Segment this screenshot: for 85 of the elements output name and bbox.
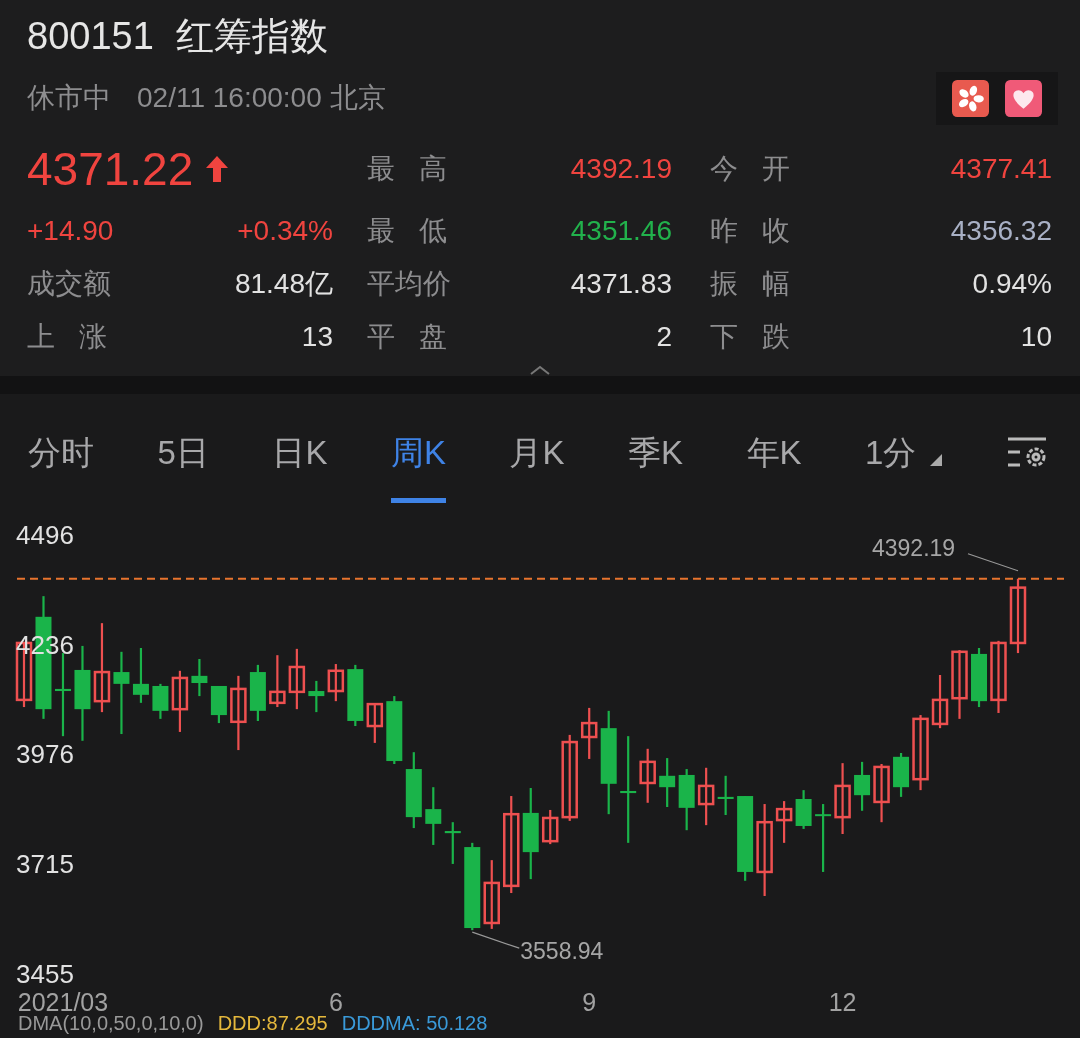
- candlestick: [327, 664, 345, 702]
- index-name: 红筹指数: [175, 13, 328, 59]
- leader-line: [471, 931, 520, 949]
- candlestick: [386, 696, 403, 764]
- candlestick: [834, 763, 851, 834]
- chevron-up-icon[interactable]: [528, 364, 552, 376]
- candlestick: [697, 767, 715, 826]
- axis-label: 6: [328, 988, 343, 1017]
- axis-label: 12: [828, 988, 857, 1017]
- candlestick: [580, 707, 598, 759]
- stat-value: 4351.46: [570, 214, 672, 247]
- stat-label: 今开: [710, 152, 790, 186]
- axis-label: 3455: [16, 959, 74, 990]
- candlestick: [951, 650, 968, 719]
- stat-value: 4371.83: [570, 267, 672, 300]
- flower-icon[interactable]: [952, 79, 989, 117]
- candlestick: [873, 764, 890, 823]
- candlestick: [249, 664, 266, 721]
- candlestick: [308, 680, 325, 713]
- stat-label: 成交额: [27, 266, 112, 301]
- high-price-label: 4392.19: [872, 534, 956, 562]
- axis-label: 4496: [16, 520, 74, 551]
- quote-time: 02/11 16:00:00 北京: [137, 81, 386, 115]
- candlestick: [366, 702, 384, 743]
- candlestick: [288, 648, 306, 710]
- low-price-label: 3558.94: [520, 938, 604, 966]
- period-tab[interactable]: 1分: [865, 401, 943, 503]
- market-status: 休市中: [27, 81, 111, 115]
- last-price: 4371.22: [27, 142, 194, 196]
- candlestick: [717, 775, 734, 815]
- axis-label: 9: [582, 988, 597, 1017]
- stat-value: 4377.41: [950, 153, 1052, 185]
- candlestick: [152, 683, 169, 719]
- candlestick: [347, 664, 364, 727]
- candlestick: [425, 787, 442, 845]
- price-change: +14.90: [27, 214, 114, 247]
- stat-label: 平均价: [367, 266, 452, 301]
- candlestick: [775, 801, 793, 843]
- candlestick: [444, 822, 461, 864]
- stat-value: 2: [656, 320, 672, 353]
- candlestick: [931, 675, 949, 729]
- stat-label: 最低: [367, 213, 447, 248]
- candlestick: [815, 804, 832, 872]
- candlestick: [132, 648, 149, 703]
- stat-value: 0.94%: [972, 267, 1052, 300]
- leader-line: [967, 553, 1019, 572]
- dropdown-triangle-icon: [930, 453, 943, 466]
- candlestick: [971, 648, 987, 708]
- period-tab[interactable]: 5日: [157, 401, 209, 503]
- period-tab[interactable]: 年K: [746, 401, 802, 503]
- candlestick: [639, 748, 656, 803]
- stat-value: 13: [301, 320, 333, 353]
- candlestick: [269, 655, 286, 708]
- indicator-value: DDDMA: 50.128: [341, 1011, 488, 1035]
- period-tab[interactable]: 周K: [390, 401, 446, 503]
- period-tab[interactable]: 日K: [272, 401, 328, 503]
- stat-value: 10: [1020, 320, 1052, 353]
- candlestick: [210, 685, 227, 724]
- period-tab[interactable]: 季K: [628, 401, 683, 503]
- indicator-value: DDD:87.295: [217, 1011, 328, 1035]
- candlestick: [171, 670, 189, 732]
- candlestick: [542, 809, 559, 845]
- stat-label: 最高: [367, 152, 447, 186]
- stat-label: 下跌: [710, 319, 790, 354]
- candlestick: [659, 758, 676, 807]
- period-tab[interactable]: 分时: [28, 401, 94, 503]
- stat-label: 上涨: [27, 319, 107, 354]
- candlestick: [483, 860, 500, 929]
- stat-value: 4356.32: [950, 214, 1052, 247]
- stat-label: 振幅: [710, 266, 790, 301]
- candlestick: [893, 753, 910, 797]
- axis-label: 3976: [16, 739, 74, 771]
- axis-label: 3715: [16, 849, 74, 881]
- arrow-up-icon: [205, 155, 230, 183]
- stat-label: 昨收: [710, 213, 790, 248]
- candlestick: [678, 769, 695, 831]
- candlestick: [795, 790, 812, 829]
- stat-value: 81.48亿: [234, 266, 333, 301]
- candlestick: [191, 659, 208, 697]
- stock-code: 800151: [27, 14, 154, 58]
- period-tab[interactable]: 月K: [509, 401, 565, 503]
- candlestick: [854, 761, 871, 811]
- percent-change: +0.34%: [237, 214, 333, 247]
- stat-label: 平盘: [367, 319, 447, 354]
- stat-value: 4392.19: [570, 153, 672, 185]
